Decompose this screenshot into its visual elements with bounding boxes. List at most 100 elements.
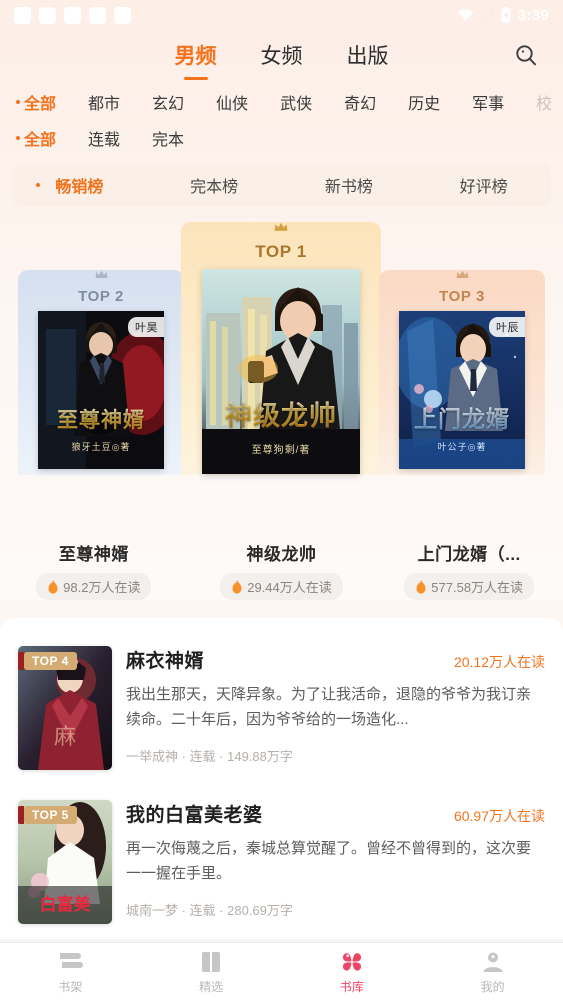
cover-author-badge: 叶昊 [128, 317, 164, 337]
hot-readers-text: 60.97万人在读 [453, 808, 545, 824]
bottom-navigation-bar: 书架 精选 书库 我的 [0, 939, 563, 1000]
open-book-icon [141, 949, 282, 975]
status-chip-completed[interactable]: 完本 [136, 126, 200, 150]
book-cover-top1[interactable]: 神级龙帅 至尊狗剩/著 [202, 269, 360, 474]
rank-tab-toprated[interactable]: 好评榜 [416, 173, 551, 197]
tab-publication[interactable]: 出版 [347, 40, 389, 74]
rank-tab-bestseller[interactable]: 畅销榜 [12, 173, 147, 197]
podium-card-top1[interactable]: TOP 1 神级龙帅 至尊狗剩/著 [181, 222, 381, 475]
rank-tab-completed[interactable]: 完本榜 [147, 173, 282, 197]
book-cover-top3[interactable]: 叶辰 上门龙婿 叶公子◎著 [399, 311, 525, 469]
category-filter-row[interactable]: 全部 都市 玄幻 仙侠 武侠 奇幻 历史 军事 校 [0, 84, 563, 120]
podium-card-top2[interactable]: TOP 2 叶昊 至尊神婿 狼牙土豆◎著 [18, 270, 184, 475]
flame-icon [416, 579, 426, 594]
category-chip-military[interactable]: 军事 [456, 90, 520, 114]
category-chip-xuanhuan[interactable]: 玄幻 [136, 90, 200, 114]
podium-rank-label: TOP 3 [439, 288, 485, 305]
category-chip-history[interactable]: 历史 [392, 90, 456, 114]
nav-label: 我的 [480, 979, 505, 994]
book-title: 麻衣神婿 [126, 651, 205, 672]
status-chip-all[interactable]: 全部 [14, 126, 72, 150]
hot-readers-pill: 98.2万人在读 [36, 573, 152, 600]
wifi-icon [457, 9, 474, 22]
category-chip-xianxia[interactable]: 仙侠 [200, 90, 264, 114]
hot-readers-text: 577.58万人在读 [431, 580, 524, 595]
crown-icon [274, 223, 288, 231]
podium-card-top3[interactable]: TOP 3 叶辰 上门龙婿 叶公子◎著 [379, 270, 545, 475]
notification-placeholder-icon [89, 6, 106, 24]
cover-title-text: 上门龙婿 [399, 400, 525, 434]
podium-rank-label: TOP 2 [78, 288, 124, 305]
cover-author-text: 至尊狗剩/著 [251, 444, 311, 456]
status-chip-ongoing[interactable]: 连载 [72, 126, 136, 150]
book-title: 上门龙婿（... [417, 545, 521, 564]
nav-item-bookshelf[interactable]: 书架 [0, 949, 141, 995]
hot-readers-text: 98.2万人在读 [63, 580, 141, 595]
search-icon [513, 42, 539, 73]
user-profile-icon [422, 949, 563, 975]
book-title: 我的白富美老婆 [126, 805, 263, 826]
book-title: 神级龙帅 [246, 545, 317, 564]
status-bar-system-icons: 3:39 [457, 7, 549, 24]
book-description: 再一次侮蔑之后，秦城总算觉醒了。曾经不曾得到的，这次要一一握在手里。 [126, 840, 532, 882]
rank-ribbon: TOP 5 [18, 806, 77, 824]
category-chip-fantasy[interactable]: 奇幻 [328, 90, 392, 114]
category-chip-urban[interactable]: 都市 [72, 90, 136, 114]
podium-meta-row: 至尊神婿 98.2万人在读 神级龙帅 29.44万人在读 上门龙婿（... 57… [0, 540, 563, 600]
book-meta-tags: 城南一梦 · 连载 · 280.69万字 [126, 903, 293, 918]
cover-author-badge: 叶辰 [489, 317, 525, 337]
nav-item-featured[interactable]: 精选 [141, 949, 282, 995]
app-screen: 3:39 男频 女频 出版 全部 都市 玄幻 仙侠 武侠 奇幻 历史 军事 校 … [0, 0, 563, 1000]
podium-meta-top2[interactable]: 至尊神婿 98.2万人在读 [0, 540, 188, 600]
svg-text:白富美: 白富美 [40, 894, 92, 915]
podium-rank-label: TOP 1 [255, 242, 307, 261]
signal-off-icon [480, 7, 494, 22]
nav-top-shadow [0, 939, 563, 943]
flame-icon [48, 579, 58, 594]
notification-placeholder-icon [39, 6, 56, 24]
hot-readers-text: 20.12万人在读 [453, 654, 545, 670]
cover-author-text: 狼牙土豆◎著 [71, 442, 131, 453]
hot-readers-pill: 577.58万人在读 [404, 573, 535, 600]
tab-female-channel[interactable]: 女频 [261, 40, 303, 74]
main-tab-bar: 男频 女频 出版 [0, 30, 563, 84]
svg-text:麻: 麻 [54, 725, 76, 750]
list-item[interactable]: 白富美 TOP 5 我的白富美老婆 60.97万人在读 再一次侮蔑之后，秦城总算… [0, 786, 563, 940]
nav-item-profile[interactable]: 我的 [422, 949, 563, 995]
podium-meta-top1[interactable]: 神级龙帅 29.44万人在读 [188, 540, 376, 600]
category-chip-all[interactable]: 全部 [14, 90, 72, 114]
book-cover-thumbnail[interactable]: 白富美 TOP 5 [18, 800, 112, 924]
crown-icon [456, 270, 468, 278]
notification-placeholder-icon [64, 6, 81, 24]
hot-readers-text: 29.44万人在读 [247, 580, 332, 595]
ranked-book-list: 麻 TOP 4 麻衣神婿 20.12万人在读 我出生那天，天降异象。为了让我活命… [0, 618, 563, 940]
tab-male-channel[interactable]: 男频 [175, 40, 217, 74]
book-meta-tags: 一举成神 · 连载 · 149.88万字 [126, 749, 293, 764]
top-three-podium: TOP 2 叶昊 至尊神婿 狼牙土豆◎著 TOP 1 神级龙帅 至尊狗剩/著 T… [0, 222, 563, 532]
battery-charging-icon [501, 7, 511, 23]
nav-item-library[interactable]: 书库 [282, 949, 423, 995]
book-cover-top2[interactable]: 叶昊 至尊神婿 狼牙土豆◎著 [38, 311, 164, 469]
book-title: 至尊神婿 [58, 545, 129, 564]
book-cover-thumbnail[interactable]: 麻 TOP 4 [18, 646, 112, 770]
book-info: 麻衣神婿 20.12万人在读 我出生那天，天降异象。为了让我活命，退隐的爷爷为我… [126, 646, 545, 770]
category-chip-wuxia[interactable]: 武侠 [264, 90, 328, 114]
rank-tab-bar[interactable]: 畅销榜 完本榜 新书榜 好评榜 [12, 164, 551, 206]
book-info: 我的白富美老婆 60.97万人在读 再一次侮蔑之后，秦城总算觉醒了。曾经不曾得到… [126, 800, 545, 924]
clover-library-icon [282, 949, 423, 975]
crown-icon [95, 270, 107, 278]
notification-placeholder-icon [114, 6, 131, 24]
bookshelf-icon [0, 949, 141, 975]
list-item[interactable]: 麻 TOP 4 麻衣神婿 20.12万人在读 我出生那天，天降异象。为了让我活命… [0, 632, 563, 786]
rank-tab-newbooks[interactable]: 新书榜 [282, 173, 417, 197]
status-bar: 3:39 [0, 0, 563, 30]
podium-meta-top3[interactable]: 上门龙婿（... 577.58万人在读 [375, 540, 563, 600]
notification-placeholder-icon [14, 6, 31, 24]
flame-icon [232, 579, 242, 594]
nav-label: 书架 [58, 979, 83, 994]
category-chip-campus-truncated[interactable]: 校 [520, 90, 563, 114]
nav-label: 精选 [199, 979, 224, 994]
search-button[interactable] [509, 40, 543, 74]
book-description: 我出生那天，天降异象。为了让我活命，退隐的爷爷为我订亲续命。二十年后，因为爷爷给… [126, 686, 532, 728]
status-filter-row[interactable]: 全部 连载 完本 [0, 120, 563, 156]
